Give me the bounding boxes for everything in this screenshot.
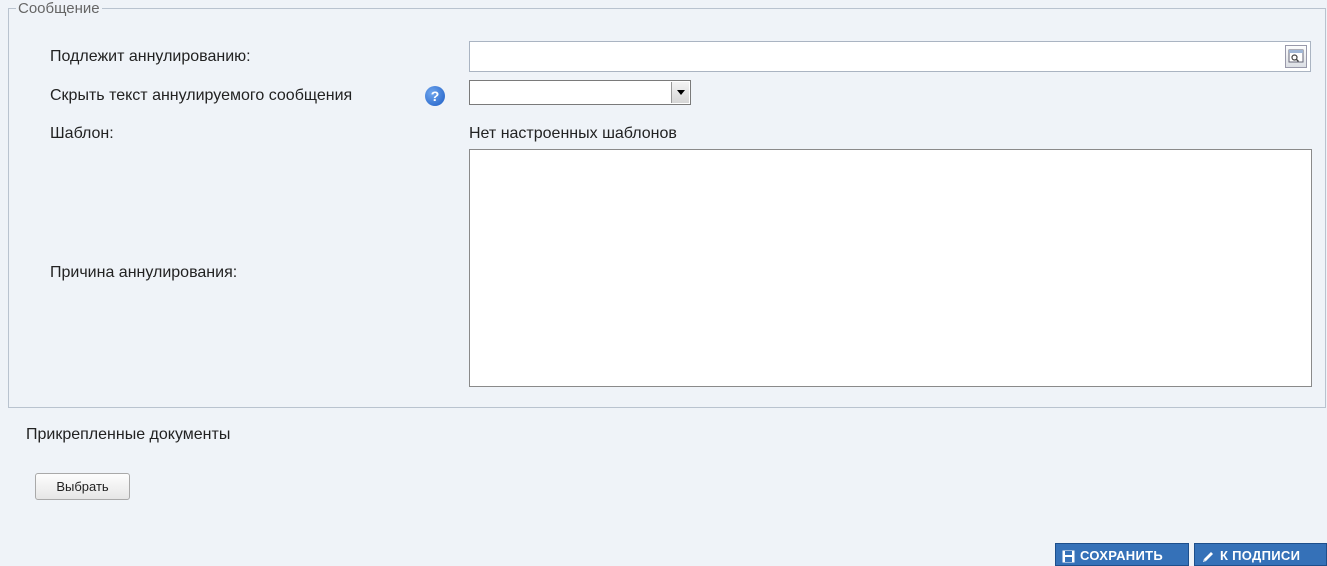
template-label: Шаблон: [50,125,114,142]
save-button[interactable]: СОХРАНИТЬ [1055,543,1189,566]
to-signature-button[interactable]: К ПОДПИСИ [1194,543,1327,566]
save-button-label: СОХРАНИТЬ [1080,548,1163,563]
chevron-down-icon[interactable] [671,82,689,103]
reason-textarea[interactable] [469,149,1312,387]
to-signature-button-label: К ПОДПИСИ [1220,548,1301,563]
cancel-target-input[interactable] [469,41,1311,72]
cancel-target-label: Подлежит аннулированию: [50,48,251,65]
hide-text-select[interactable] [469,80,691,105]
fieldset-legend: Сообщение [16,0,102,18]
question-icon[interactable]: ? [425,86,445,106]
template-value: Нет настроенных шаблонов [469,125,677,142]
hide-text-label: Скрыть текст аннулируемого сообщения [50,87,353,104]
reason-label: Причина аннулирования: [50,264,238,281]
choose-button[interactable]: Выбрать [35,473,130,500]
pen-icon [1203,551,1213,562]
floppy-icon [1062,550,1075,563]
attached-documents-title: Прикрепленные документы [26,426,231,443]
lookup-button[interactable] [1285,45,1307,68]
lookup-icon [1288,49,1304,63]
